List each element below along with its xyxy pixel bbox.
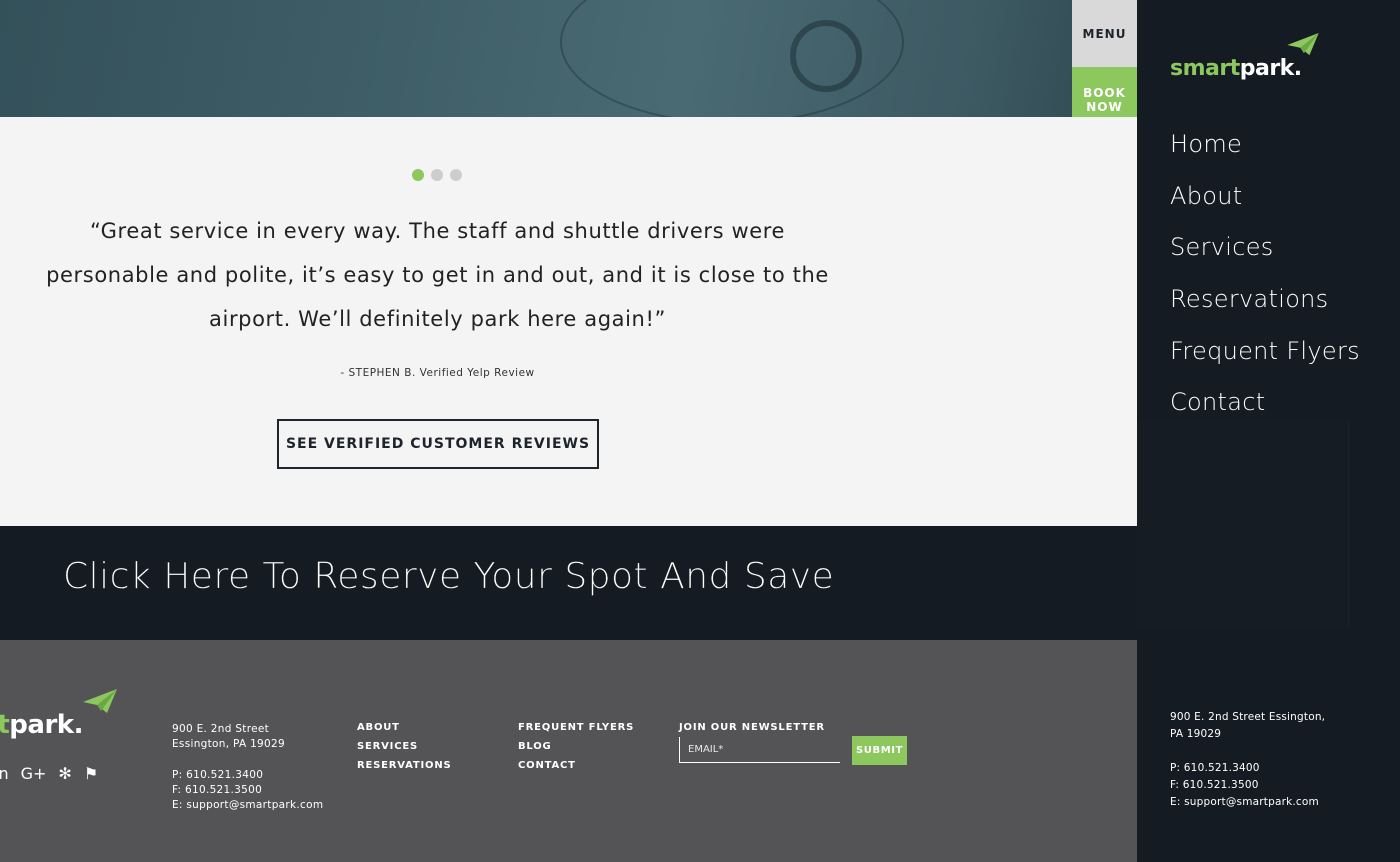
newsletter-email-input[interactable] <box>679 737 840 763</box>
footer-fax: F: 610.521.3500 <box>172 784 263 796</box>
brand-logo[interactable]: smartpark. <box>1170 56 1302 81</box>
footer-logo-white: park. <box>9 710 83 740</box>
sidebar-address-line2: PA 19029 <box>1170 728 1222 740</box>
footer-contact: 900 E. 2nd Street Essington, PA 19029 P:… <box>172 722 323 813</box>
carousel-dot-3[interactable] <box>450 169 462 181</box>
footer-address-line2: Essington, PA 19029 <box>172 738 285 750</box>
linkedin-icon[interactable]: in <box>0 764 9 783</box>
footer-phone[interactable]: P: 610.521.3400 <box>172 768 323 783</box>
sidebar-phone[interactable]: P: 610.521.3400 <box>1170 760 1325 777</box>
footer-logo[interactable]: artpark. <box>0 710 83 740</box>
newsletter-submit-button[interactable]: SUBMIT <box>852 736 907 765</box>
sidebar-panel-shade <box>1137 420 1349 628</box>
sidebar-nav: Home About Services Reservations Frequen… <box>1170 124 1360 434</box>
carousel-dot-2[interactable] <box>431 169 443 181</box>
carousel-dot-1[interactable] <box>412 169 424 181</box>
brand-logo-green: smart <box>1170 56 1240 81</box>
sidebar-item-frequent-flyers[interactable]: Frequent Flyers <box>1170 331 1360 383</box>
reserve-cta-band[interactable]: Click Here To Reserve Your Spot And Save <box>0 526 1137 640</box>
reserve-cta-link[interactable]: Click Here To Reserve Your Spot And Save <box>63 556 834 597</box>
testimonial-section: “Great service in every way. The staff a… <box>0 117 1137 526</box>
footer-link-reservations[interactable]: RESERVATIONS <box>357 760 452 771</box>
sidebar-item-services[interactable]: Services <box>1170 227 1360 279</box>
brand-logo-white: park. <box>1239 56 1302 81</box>
footer-address-line1: 900 E. 2nd Street <box>172 723 270 735</box>
sidebar-item-reservations[interactable]: Reservations <box>1170 279 1360 331</box>
sidebar-fax: F: 610.521.3500 <box>1170 779 1259 791</box>
paper-plane-icon <box>83 689 117 713</box>
sidebar-menu: smartpark. Home About Services Reservati… <box>1137 0 1400 862</box>
footer-links-col1: ABOUT SERVICES RESERVATIONS <box>357 722 452 771</box>
carousel-dots <box>412 169 462 181</box>
footer-email[interactable]: E: support@smartpark.com <box>172 798 323 813</box>
see-reviews-button[interactable]: SEE VERIFIED CUSTOMER REVIEWS <box>277 419 599 469</box>
sidebar-address-line1: 900 E. 2nd Street Essington, <box>1170 711 1326 723</box>
google-plus-icon[interactable]: G+ <box>21 764 47 783</box>
footer-logo-green: art <box>0 710 10 740</box>
footer-link-contact[interactable]: CONTACT <box>518 760 634 771</box>
menu-button[interactable]: MENU <box>1072 0 1137 67</box>
sidebar-email[interactable]: E: support@smartpark.com <box>1170 794 1325 811</box>
sidebar-item-contact[interactable]: Contact <box>1170 382 1360 434</box>
yelp-icon[interactable]: ✻ <box>58 764 71 783</box>
social-links: in G+ ✻ ⚑ <box>0 764 98 783</box>
footer-link-about[interactable]: ABOUT <box>357 722 452 733</box>
footer-link-frequent-flyers[interactable]: FREQUENT FLYERS <box>518 722 634 733</box>
sidebar-item-about[interactable]: About <box>1170 176 1360 228</box>
testimonial-quote: “Great service in every way. The staff a… <box>46 219 829 331</box>
footer: artpark. in G+ ✻ ⚑ 900 E. 2nd Street Ess… <box>0 640 1137 862</box>
hero-image <box>0 0 1137 117</box>
footer-link-blog[interactable]: BLOG <box>518 741 634 752</box>
newsletter-title: JOIN OUR NEWSLETTER <box>679 722 825 733</box>
footer-links-col2: FREQUENT FLYERS BLOG CONTACT <box>518 722 634 771</box>
sidebar-item-home[interactable]: Home <box>1170 124 1360 176</box>
footer-link-services[interactable]: SERVICES <box>357 741 452 752</box>
sidebar-contact: 900 E. 2nd Street Essington, PA 19029 P:… <box>1170 709 1325 811</box>
paper-plane-icon <box>1287 33 1319 56</box>
testimonial-author: - STEPHEN B. Verified Yelp Review <box>340 367 535 379</box>
foursquare-icon[interactable]: ⚑ <box>84 764 98 783</box>
